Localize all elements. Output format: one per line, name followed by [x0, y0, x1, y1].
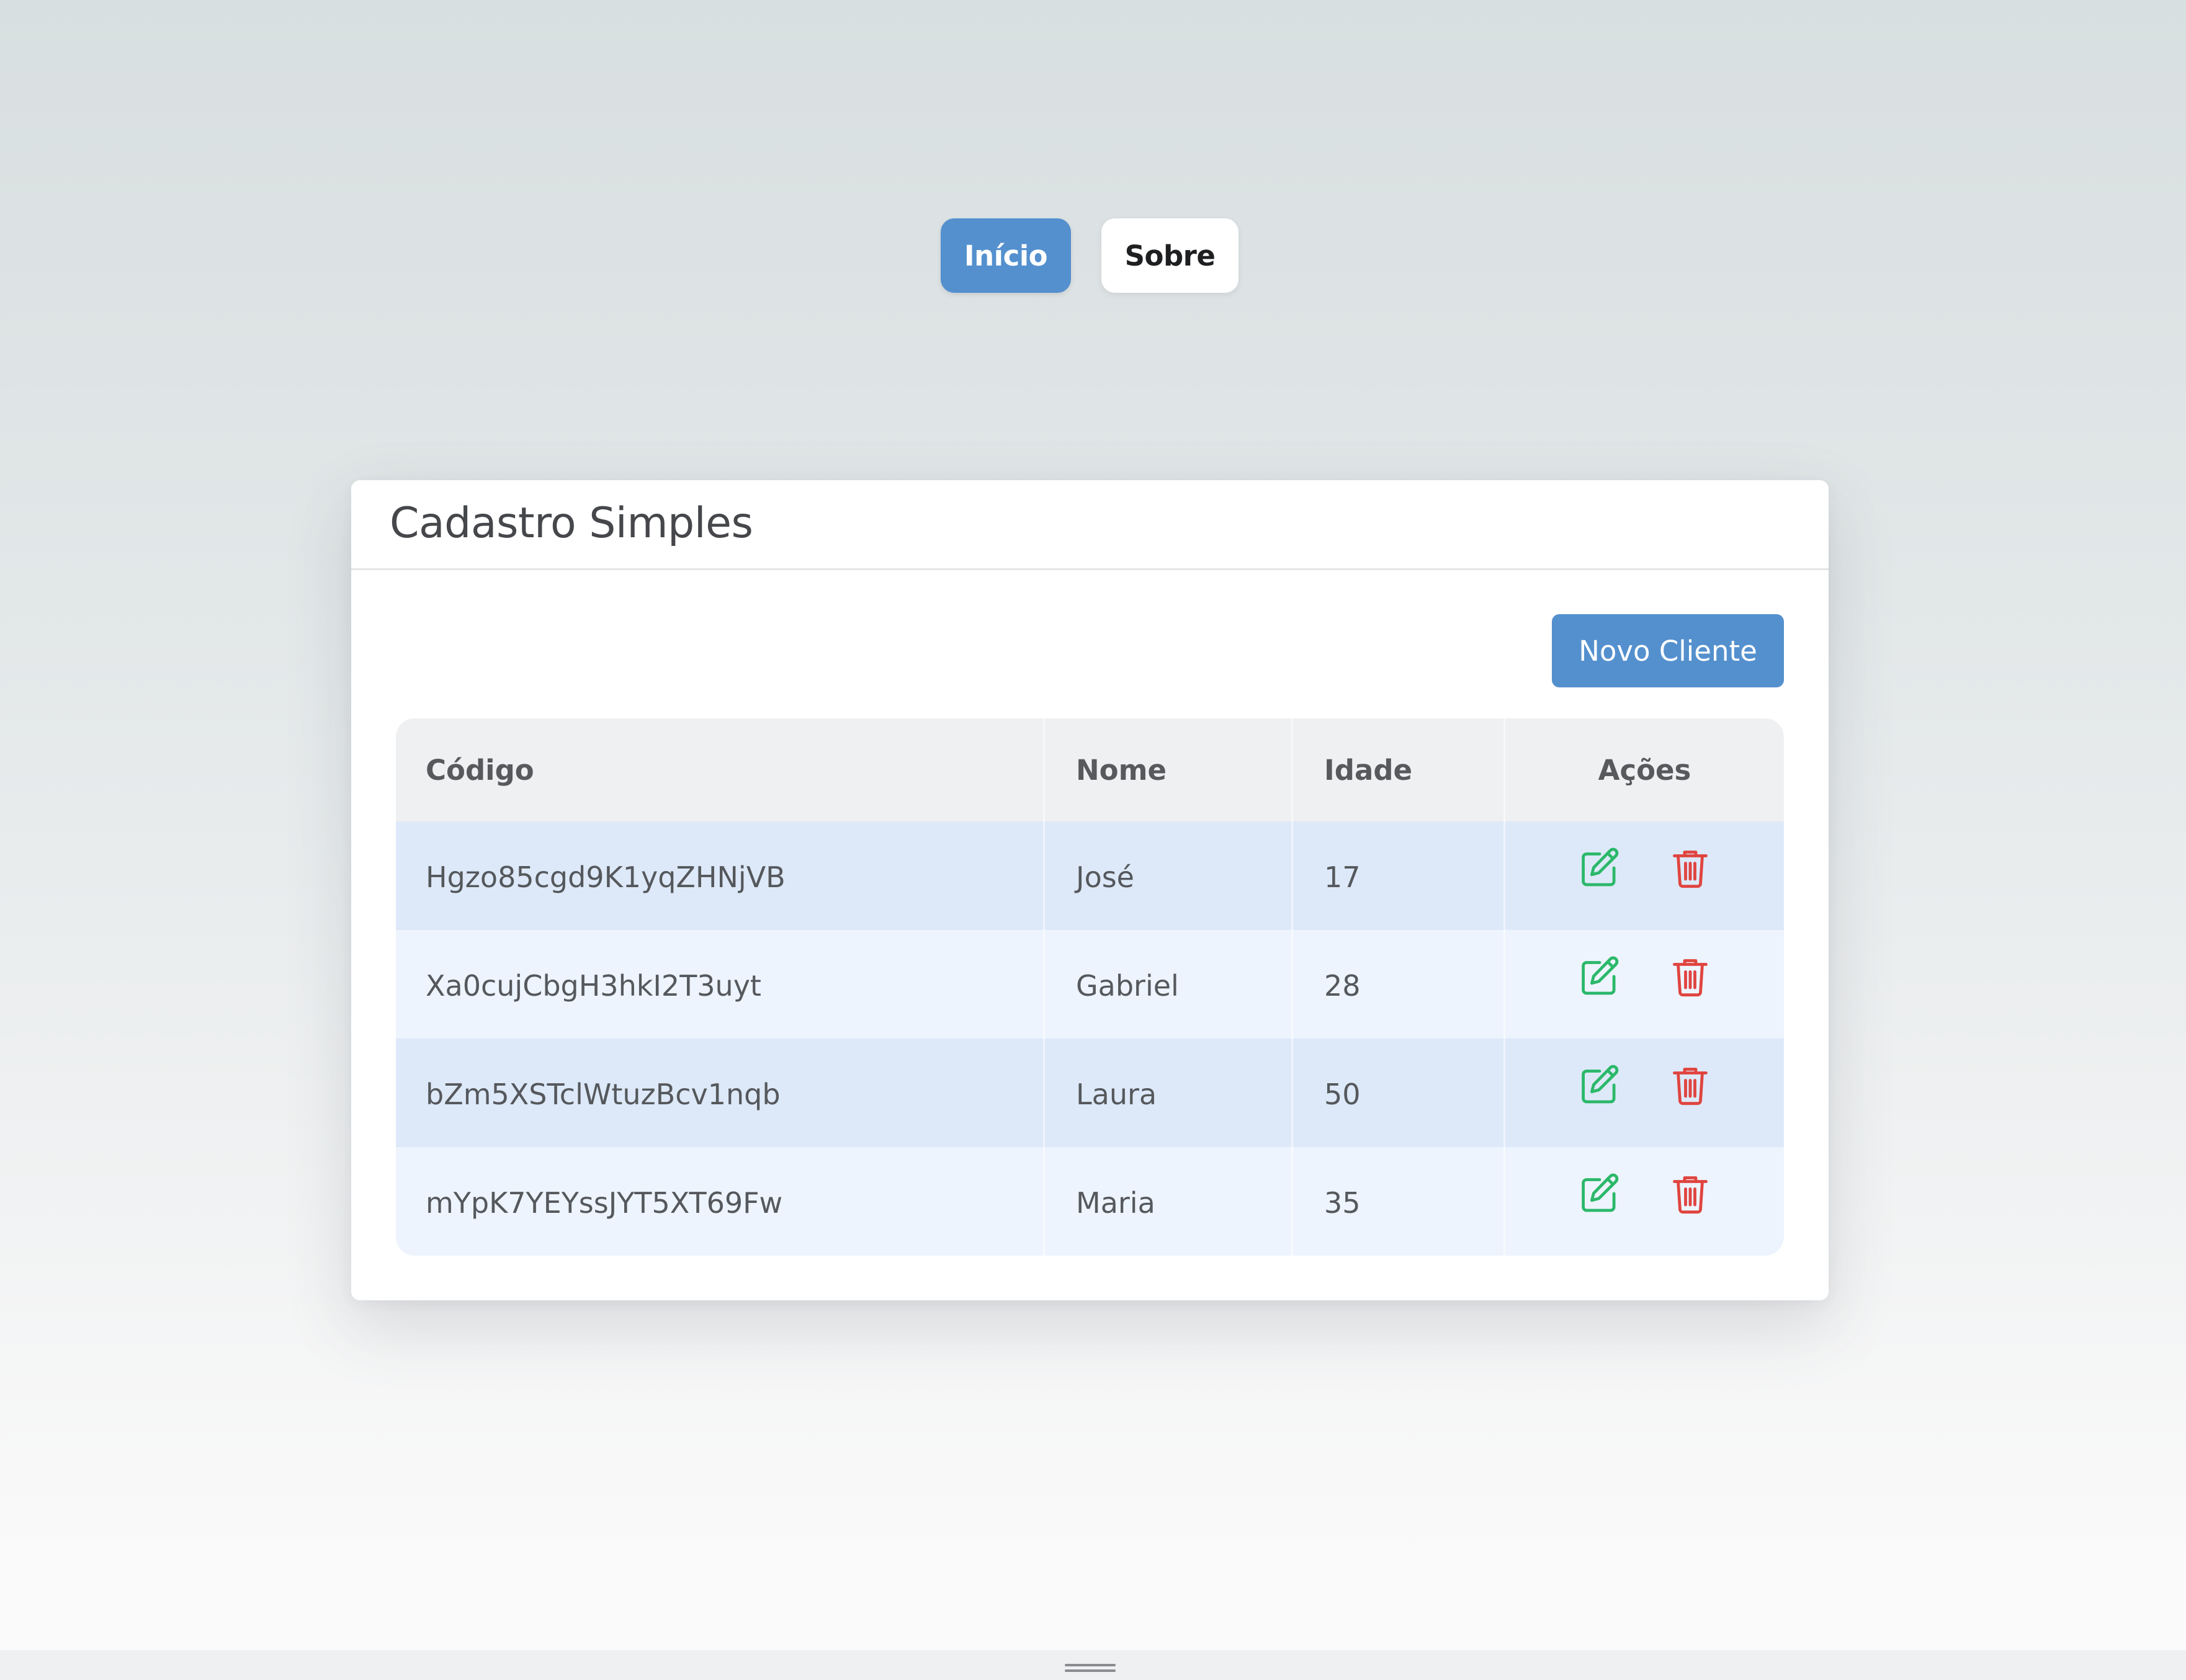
clients-table: Código Nome Idade Ações Hgzo85cgd9K1yqZH… [396, 718, 1784, 1256]
trash-icon [1672, 851, 1708, 888]
delete-button[interactable] [1666, 844, 1714, 892]
cell-name: Maria [1045, 1147, 1293, 1256]
header-name: Nome [1045, 718, 1293, 821]
cell-actions [1505, 821, 1784, 930]
new-client-button[interactable]: Novo Cliente [1552, 614, 1784, 687]
delete-button[interactable] [1666, 952, 1714, 1001]
top-navigation: Início Sobre [0, 218, 2186, 293]
resize-grip-icon[interactable] [1065, 1664, 1116, 1673]
table-row: Xa0cujCbgH3hkI2T3uyt Gabriel 28 [396, 930, 1784, 1039]
cell-name: Gabriel [1045, 930, 1293, 1039]
bottom-bar [0, 1650, 2186, 1680]
cell-age: 28 [1293, 930, 1505, 1039]
client-card: Cadastro Simples Novo Cliente Código Nom… [351, 480, 1829, 1300]
delete-button[interactable] [1666, 1169, 1714, 1218]
trash-icon [1672, 1176, 1708, 1214]
card-header: Cadastro Simples [351, 480, 1829, 570]
header-actions: Ações [1598, 753, 1691, 787]
cell-code: Hgzo85cgd9K1yqZHNjVB [396, 821, 1045, 930]
card-title: Cadastro Simples [390, 499, 753, 548]
cell-name: Laura [1045, 1039, 1293, 1147]
table-header-row: Código Nome Idade Ações [396, 718, 1784, 821]
trash-icon [1672, 1068, 1708, 1106]
cell-code: mYpK7YEYssJYT5XT69Fw [396, 1147, 1045, 1256]
header-code: Código [396, 718, 1045, 821]
cell-name: José [1045, 821, 1293, 930]
table-row: mYpK7YEYssJYT5XT69Fw Maria 35 [396, 1147, 1784, 1256]
delete-button[interactable] [1666, 1061, 1714, 1109]
cell-actions [1505, 1147, 1784, 1256]
cell-actions [1505, 930, 1784, 1039]
trash-icon [1672, 959, 1708, 997]
header-age: Idade [1293, 718, 1505, 821]
table-row: bZm5XSTclWtuzBcv1nqb Laura 50 [396, 1039, 1784, 1147]
edit-button[interactable] [1575, 1169, 1624, 1218]
cell-age: 50 [1293, 1039, 1505, 1147]
edit-icon [1581, 1173, 1618, 1212]
cell-code: bZm5XSTclWtuzBcv1nqb [396, 1039, 1045, 1147]
edit-icon [1581, 956, 1618, 995]
cell-code: Xa0cujCbgH3hkI2T3uyt [396, 930, 1045, 1039]
nav-button-inicio[interactable]: Início [941, 218, 1071, 293]
table-row: Hgzo85cgd9K1yqZHNjVB José 17 [396, 821, 1784, 930]
cell-age: 17 [1293, 821, 1505, 930]
edit-button[interactable] [1575, 1061, 1624, 1109]
edit-icon [1581, 847, 1618, 887]
edit-button[interactable] [1575, 952, 1624, 1001]
edit-icon [1581, 1065, 1618, 1104]
nav-button-sobre[interactable]: Sobre [1101, 218, 1239, 293]
cell-age: 35 [1293, 1147, 1505, 1256]
cell-actions [1505, 1039, 1784, 1147]
edit-button[interactable] [1575, 844, 1624, 892]
